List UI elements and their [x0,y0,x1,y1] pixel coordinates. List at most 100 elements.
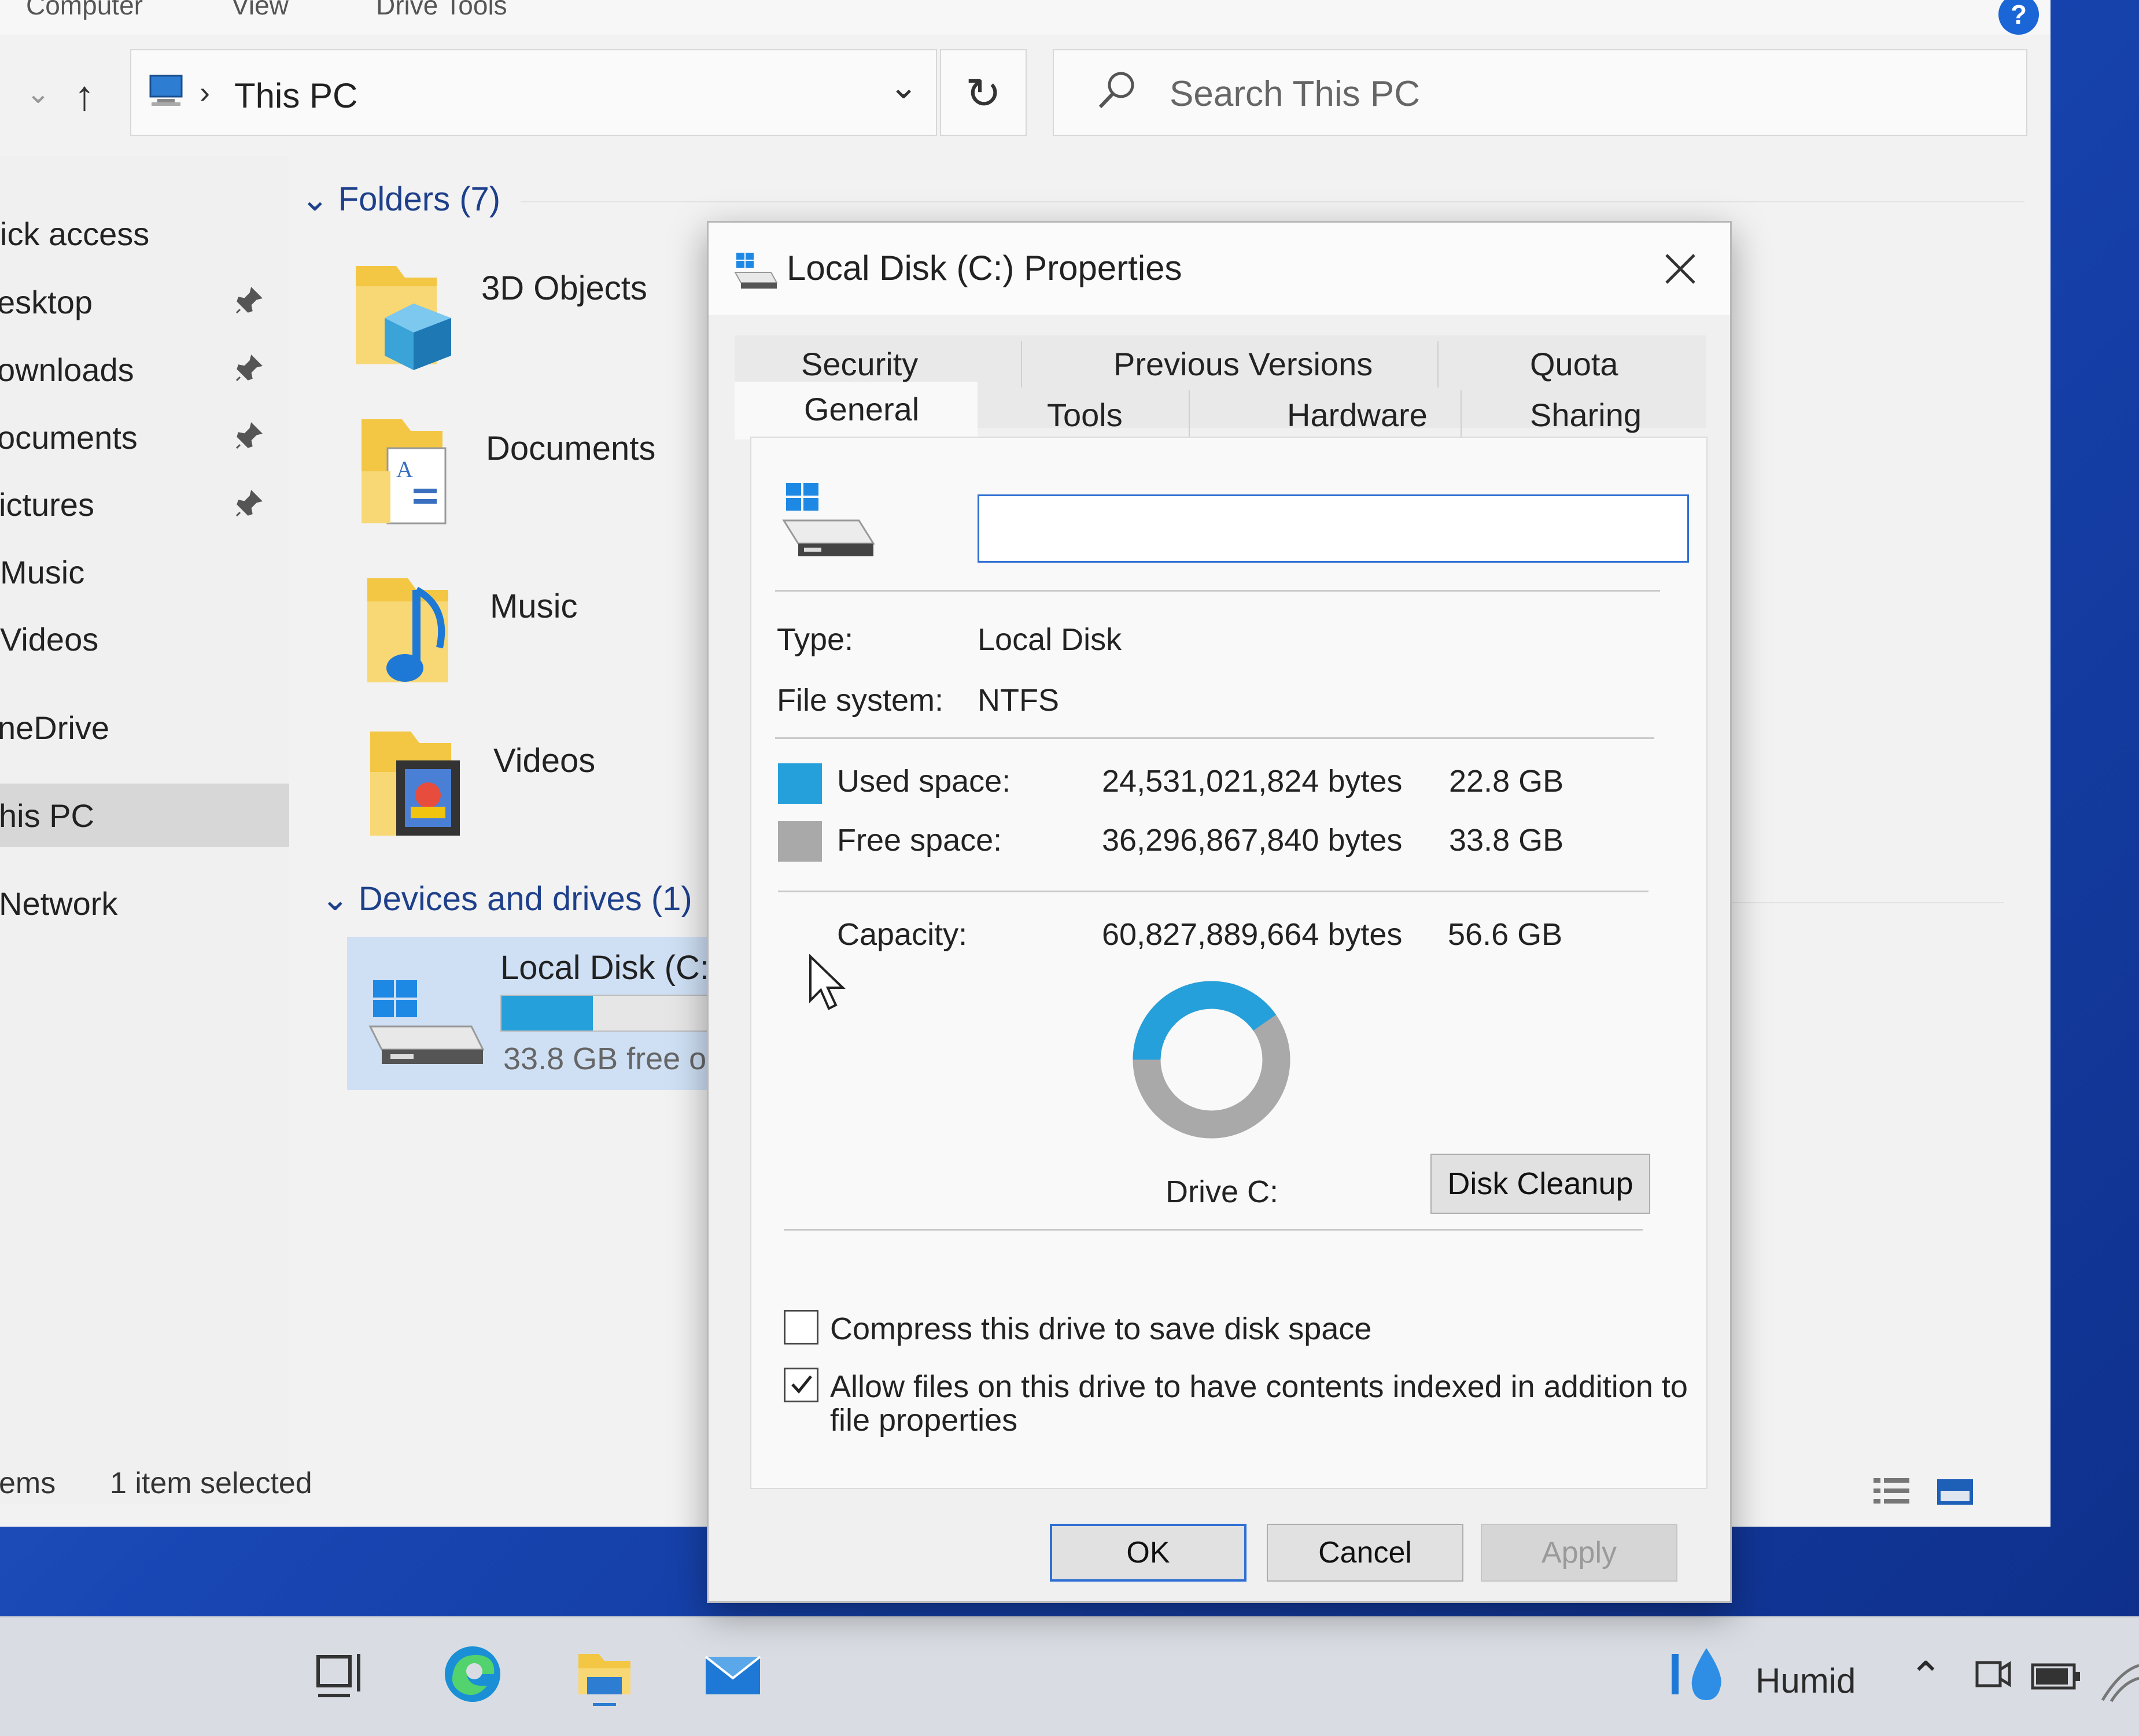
free-space-swatch [778,821,822,862]
help-icon[interactable]: ? [1998,0,2039,35]
address-text: This PC [234,76,358,115]
show-hidden-icons-icon[interactable]: ⌃ [1909,1653,1943,1700]
folder-label-music[interactable]: Music [490,587,577,626]
pin-icon[interactable] [234,422,263,450]
details-view-icon[interactable] [1871,1475,1912,1509]
nav-item-downloads[interactable]: ownloads [0,351,134,389]
tab-sharing[interactable]: Sharing [1530,396,1642,434]
drive-caption: Drive C: [1166,1174,1279,1209]
3d-objects-folder-icon[interactable] [350,254,471,376]
tab-separator [1021,341,1022,387]
apply-button[interactable]: Apply [1481,1524,1677,1582]
nav-item-documents[interactable]: ocuments [0,419,138,456]
ribbon-tab-computer[interactable]: Computer [26,0,143,21]
volume-label-input[interactable] [978,494,1689,563]
drives-group-title: Devices and drives (1) [358,880,692,918]
this-pc-icon [149,75,183,106]
weather-text[interactable]: Humid [1756,1661,1856,1701]
folders-group-header[interactable]: ⌄ Folders (7) [301,179,500,219]
group-divider [521,201,2024,202]
pin-icon[interactable] [234,286,263,315]
file-system-value: NTFS [978,683,1059,718]
address-bar[interactable]: › This PC ⌄ [130,49,937,136]
folder-label-documents[interactable]: Documents [486,429,655,468]
capacity-bytes: 60,827,889,664 bytes [1102,917,1403,952]
nav-item-music[interactable]: Music [0,553,84,591]
status-selected: 1 item selected [110,1467,312,1500]
nav-item-this-pc[interactable]: his PC [0,797,94,834]
nav-item-network[interactable]: Network [0,885,117,922]
tab-general[interactable]: General [804,390,919,428]
index-label-line1[interactable]: Allow files on this drive to have conten… [830,1369,1688,1405]
file-system-label: File system: [777,683,944,718]
documents-folder-icon[interactable]: A [356,413,477,535]
ok-button[interactable]: OK [1050,1524,1246,1582]
nav-item-desktop[interactable]: esktop [0,283,93,321]
nav-item-videos[interactable]: Videos [0,620,98,658]
drive-usage-bar [500,995,729,1032]
index-checkbox[interactable] [784,1368,818,1402]
battery-icon[interactable] [2030,1657,2082,1697]
tab-security[interactable]: Security [801,345,918,383]
drives-group-header[interactable]: ⌄ Devices and drives (1) [321,879,692,918]
folders-group-title: Folders (7) [338,180,501,218]
compress-label[interactable]: Compress this drive to save disk space [830,1311,1371,1347]
divider [784,1229,1643,1231]
svg-text:A: A [396,456,413,482]
videos-folder-icon[interactable] [364,726,486,847]
folder-label-videos[interactable]: Videos [493,741,595,780]
divider [778,891,1648,892]
used-space-bytes: 24,531,021,824 bytes [1102,764,1403,799]
checkmark-icon [791,1375,812,1394]
local-disk-icon [368,980,485,1064]
meet-now-icon[interactable] [1972,1651,2013,1703]
dialog-title: Local Disk (C:) Properties [787,249,1182,287]
used-space-label: Used space: [837,764,1011,799]
local-disk-icon [782,483,875,556]
index-label-line2[interactable]: file properties [830,1402,1017,1438]
breadcrumb-chevron-icon: › [200,75,210,110]
drive-title-icon [734,253,778,289]
nav-item-quick-access[interactable]: ick access [0,215,149,253]
folder-label-3d-objects[interactable]: 3D Objects [481,269,647,308]
large-icons-view-icon[interactable] [1935,1475,1975,1509]
search-input[interactable]: Search This PC [1053,49,2027,136]
local-disk-c-tile[interactable]: Local Disk (C:) 33.8 GB free of [347,937,729,1090]
chevron-down-icon[interactable]: ⌄ [889,67,918,107]
pin-icon[interactable] [234,489,263,518]
file-explorer-taskbar-icon[interactable] [573,1642,636,1706]
ribbon-tab-drive-tools[interactable]: Drive Tools [376,0,507,21]
tab-separator [1437,341,1439,387]
weather-icon[interactable] [1666,1642,1735,1706]
ribbon-tabs: Computer View Drive Tools ? [0,0,2051,35]
nav-item-onedrive[interactable]: neDrive [0,709,109,747]
used-space-gb: 22.8 GB [1449,764,1564,799]
drive-free-text: 33.8 GB free of [503,1041,716,1076]
back-arrow-icon[interactable]: ⌄ [26,76,50,110]
tab-tools[interactable]: Tools [1047,396,1123,434]
disk-cleanup-button[interactable]: Disk Cleanup [1430,1154,1650,1214]
mail-icon[interactable] [701,1642,765,1706]
properties-dialog: Local Disk (C:) Properties Security Prev… [707,221,1732,1603]
type-label: Type: [777,622,854,657]
tab-separator [1461,390,1462,437]
task-view-icon[interactable] [309,1642,373,1706]
tab-quota[interactable]: Quota [1530,345,1618,383]
drive-usage-fill [501,996,593,1030]
music-folder-icon[interactable] [362,572,483,694]
cancel-button[interactable]: Cancel [1267,1524,1463,1582]
edge-browser-icon[interactable] [441,1642,504,1706]
used-space-swatch [778,763,822,804]
tab-separator [1189,390,1190,437]
wifi-icon[interactable] [2097,1654,2139,1706]
tab-hardware[interactable]: Hardware [1287,396,1428,434]
up-arrow-icon[interactable]: ↑ [74,72,95,120]
refresh-button[interactable]: ↻ [940,49,1027,136]
pin-icon[interactable] [234,354,263,383]
ribbon-tab-view[interactable]: View [231,0,289,21]
tab-previous-versions[interactable]: Previous Versions [1113,345,1373,383]
nav-item-pictures[interactable]: ictures [0,486,94,523]
status-item-count: ems [0,1467,56,1500]
compress-checkbox[interactable] [784,1310,818,1345]
close-icon[interactable] [1657,246,1703,292]
